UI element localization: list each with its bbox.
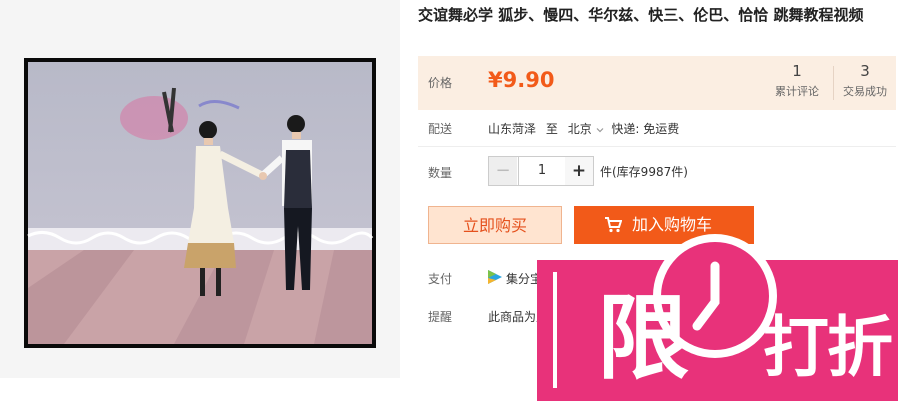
shipping-info: 山东菏泽 至 北京 快递: 免运费 <box>488 120 679 137</box>
shipping-to: 至 <box>545 122 558 136</box>
quantity-decrease-button[interactable]: − <box>489 157 517 185</box>
trades-label: 交易成功 <box>843 85 887 98</box>
jifenbao-icon <box>488 270 502 284</box>
shipping-row: 配送 山东菏泽 至 北京 快递: 免运费 <box>418 110 896 146</box>
reminder-label: 提醒 <box>428 310 453 324</box>
shipping-label: 配送 <box>428 122 453 136</box>
payment-label: 支付 <box>428 272 453 286</box>
product-video-frame[interactable] <box>24 58 376 348</box>
shipping-destination: 北京 <box>567 122 592 136</box>
divider <box>418 146 896 147</box>
reviews-label: 累计评论 <box>775 85 819 98</box>
trades-stat: 3 交易成功 <box>836 62 894 99</box>
destination-select[interactable]: 北京 <box>568 122 608 136</box>
stock-info: 件(库存9987件) <box>600 165 688 179</box>
dance-scene-image <box>24 58 376 348</box>
quantity-input[interactable]: 1 <box>518 157 566 185</box>
shipping-origin: 山东菏泽 <box>488 122 537 136</box>
price-label: 价格 <box>428 76 453 90</box>
promo-char-zhe: 折 <box>827 309 893 386</box>
quantity-label: 数量 <box>428 166 453 180</box>
product-price: ¥9.90 <box>488 68 555 92</box>
promo-char-da: 打 <box>763 309 829 386</box>
trades-count: 3 <box>860 62 870 80</box>
price-section: 价格 ¥9.90 1 累计评论 3 交易成功 <box>418 56 896 110</box>
stat-divider <box>833 66 834 100</box>
discount-badge-art: 限 打 折 <box>537 234 898 401</box>
product-image-panel <box>0 0 400 378</box>
quantity-stepper: − 1 + <box>488 156 594 186</box>
quantity-row: 数量 − 1 + 件(库存9987件) <box>418 150 896 194</box>
product-title: 交谊舞必学 狐步、慢四、华尔兹、快三、伦巴、恰恰 跳舞教程视频 <box>418 6 864 24</box>
reviews-count: 1 <box>792 62 802 80</box>
reviews-stat[interactable]: 1 累计评论 <box>762 62 832 99</box>
limited-discount-badge: 限 打 折 <box>537 230 898 401</box>
quantity-increase-button[interactable]: + <box>565 157 593 185</box>
promo-char-limit: 限 <box>597 285 689 392</box>
chevron-down-icon <box>596 127 603 132</box>
shipping-express: 快递: 免运费 <box>611 122 680 136</box>
